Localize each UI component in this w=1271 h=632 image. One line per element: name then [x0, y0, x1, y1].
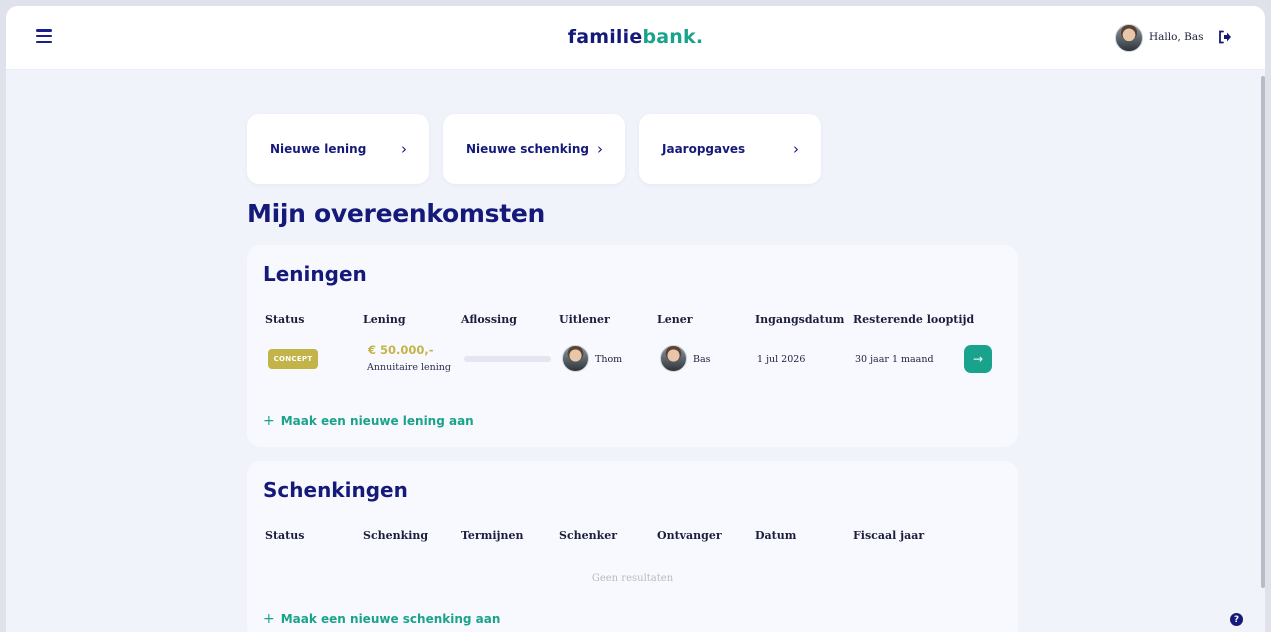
col-status: Status: [265, 529, 305, 542]
gifts-panel: Schenkingen Status Schenking Termijnen S…: [247, 461, 1018, 632]
borrower-name: Bas: [693, 354, 711, 365]
user-greeting: Hallo, Bas: [1149, 31, 1204, 43]
page-scrollbar[interactable]: [1261, 76, 1265, 588]
remaining-term: 30 jaar 1 maand: [855, 354, 934, 365]
brand-logo-dot: .: [695, 26, 704, 48]
col-date: Datum: [755, 529, 797, 542]
logout-icon[interactable]: [1217, 29, 1233, 45]
new-gift-card[interactable]: Nieuwe schenking ›: [443, 114, 625, 184]
brand-logo[interactable]: familiebank.: [6, 26, 1265, 48]
loan-amount: € 50.000,-: [368, 343, 434, 357]
chevron-right-icon: ›: [793, 140, 799, 158]
col-remaining-term: Resterende looptijd: [853, 313, 975, 326]
new-loan-label: Nieuwe lening: [270, 142, 367, 156]
col-lender: Uitlener: [559, 313, 610, 326]
open-loan-button[interactable]: →: [964, 345, 992, 373]
col-status: Status: [265, 313, 305, 326]
chevron-right-icon: ›: [597, 140, 603, 158]
empty-state: Geen resultaten: [591, 573, 674, 584]
lender-name: Thom: [595, 354, 623, 365]
brand-logo-main: familie: [567, 26, 643, 48]
add-loan-link[interactable]: + Maak een nieuwe lening aan: [263, 413, 474, 429]
gifts-title: Schenkingen: [263, 478, 408, 502]
app-frame: familiebank. Hallo, Bas Nieuwe lening › …: [6, 6, 1265, 632]
loan-type: Annuitaire lening: [367, 362, 451, 373]
status-badge: CONCEPT: [268, 349, 318, 369]
start-date: 1 jul 2026: [757, 354, 806, 365]
col-borrower: Lener: [657, 313, 693, 326]
col-fiscal-year: Fiscaal jaar: [853, 529, 925, 542]
add-gift-link[interactable]: + Maak een nieuwe schenking aan: [263, 611, 500, 627]
add-gift-label: Maak een nieuwe schenking aan: [280, 612, 501, 626]
col-start-date: Ingangsdatum: [755, 313, 845, 326]
help-icon[interactable]: ?: [1230, 613, 1243, 626]
col-recipient: Ontvanger: [657, 529, 722, 542]
col-repayment: Aflossing: [461, 313, 517, 326]
col-installments: Termijnen: [461, 529, 524, 542]
user-avatar[interactable]: [1115, 24, 1143, 52]
arrow-right-icon: →: [972, 352, 984, 366]
plus-icon: +: [263, 413, 275, 429]
col-loan: Lening: [363, 313, 406, 326]
new-gift-label: Nieuwe schenking: [466, 142, 589, 156]
col-donor: Schenker: [559, 529, 618, 542]
new-loan-card[interactable]: Nieuwe lening ›: [247, 114, 429, 184]
annual-statements-label: Jaaropgaves: [662, 142, 746, 156]
add-loan-label: Maak een nieuwe lening aan: [280, 414, 474, 428]
top-bar: familiebank. Hallo, Bas: [6, 6, 1265, 70]
lender-avatar: [562, 345, 589, 372]
plus-icon: +: [263, 611, 275, 627]
col-gift: Schenking: [363, 529, 429, 542]
brand-logo-accent: bank: [642, 26, 696, 48]
annual-statements-card[interactable]: Jaaropgaves ›: [639, 114, 821, 184]
chevron-right-icon: ›: [401, 140, 407, 158]
loans-title: Leningen: [263, 262, 367, 286]
loans-panel: Leningen Status Lening Aflossing Uitlene…: [247, 245, 1018, 447]
borrower-avatar: [660, 345, 687, 372]
page-title: Mijn overeenkomsten: [247, 199, 546, 228]
repayment-progress-bar: [464, 356, 551, 362]
